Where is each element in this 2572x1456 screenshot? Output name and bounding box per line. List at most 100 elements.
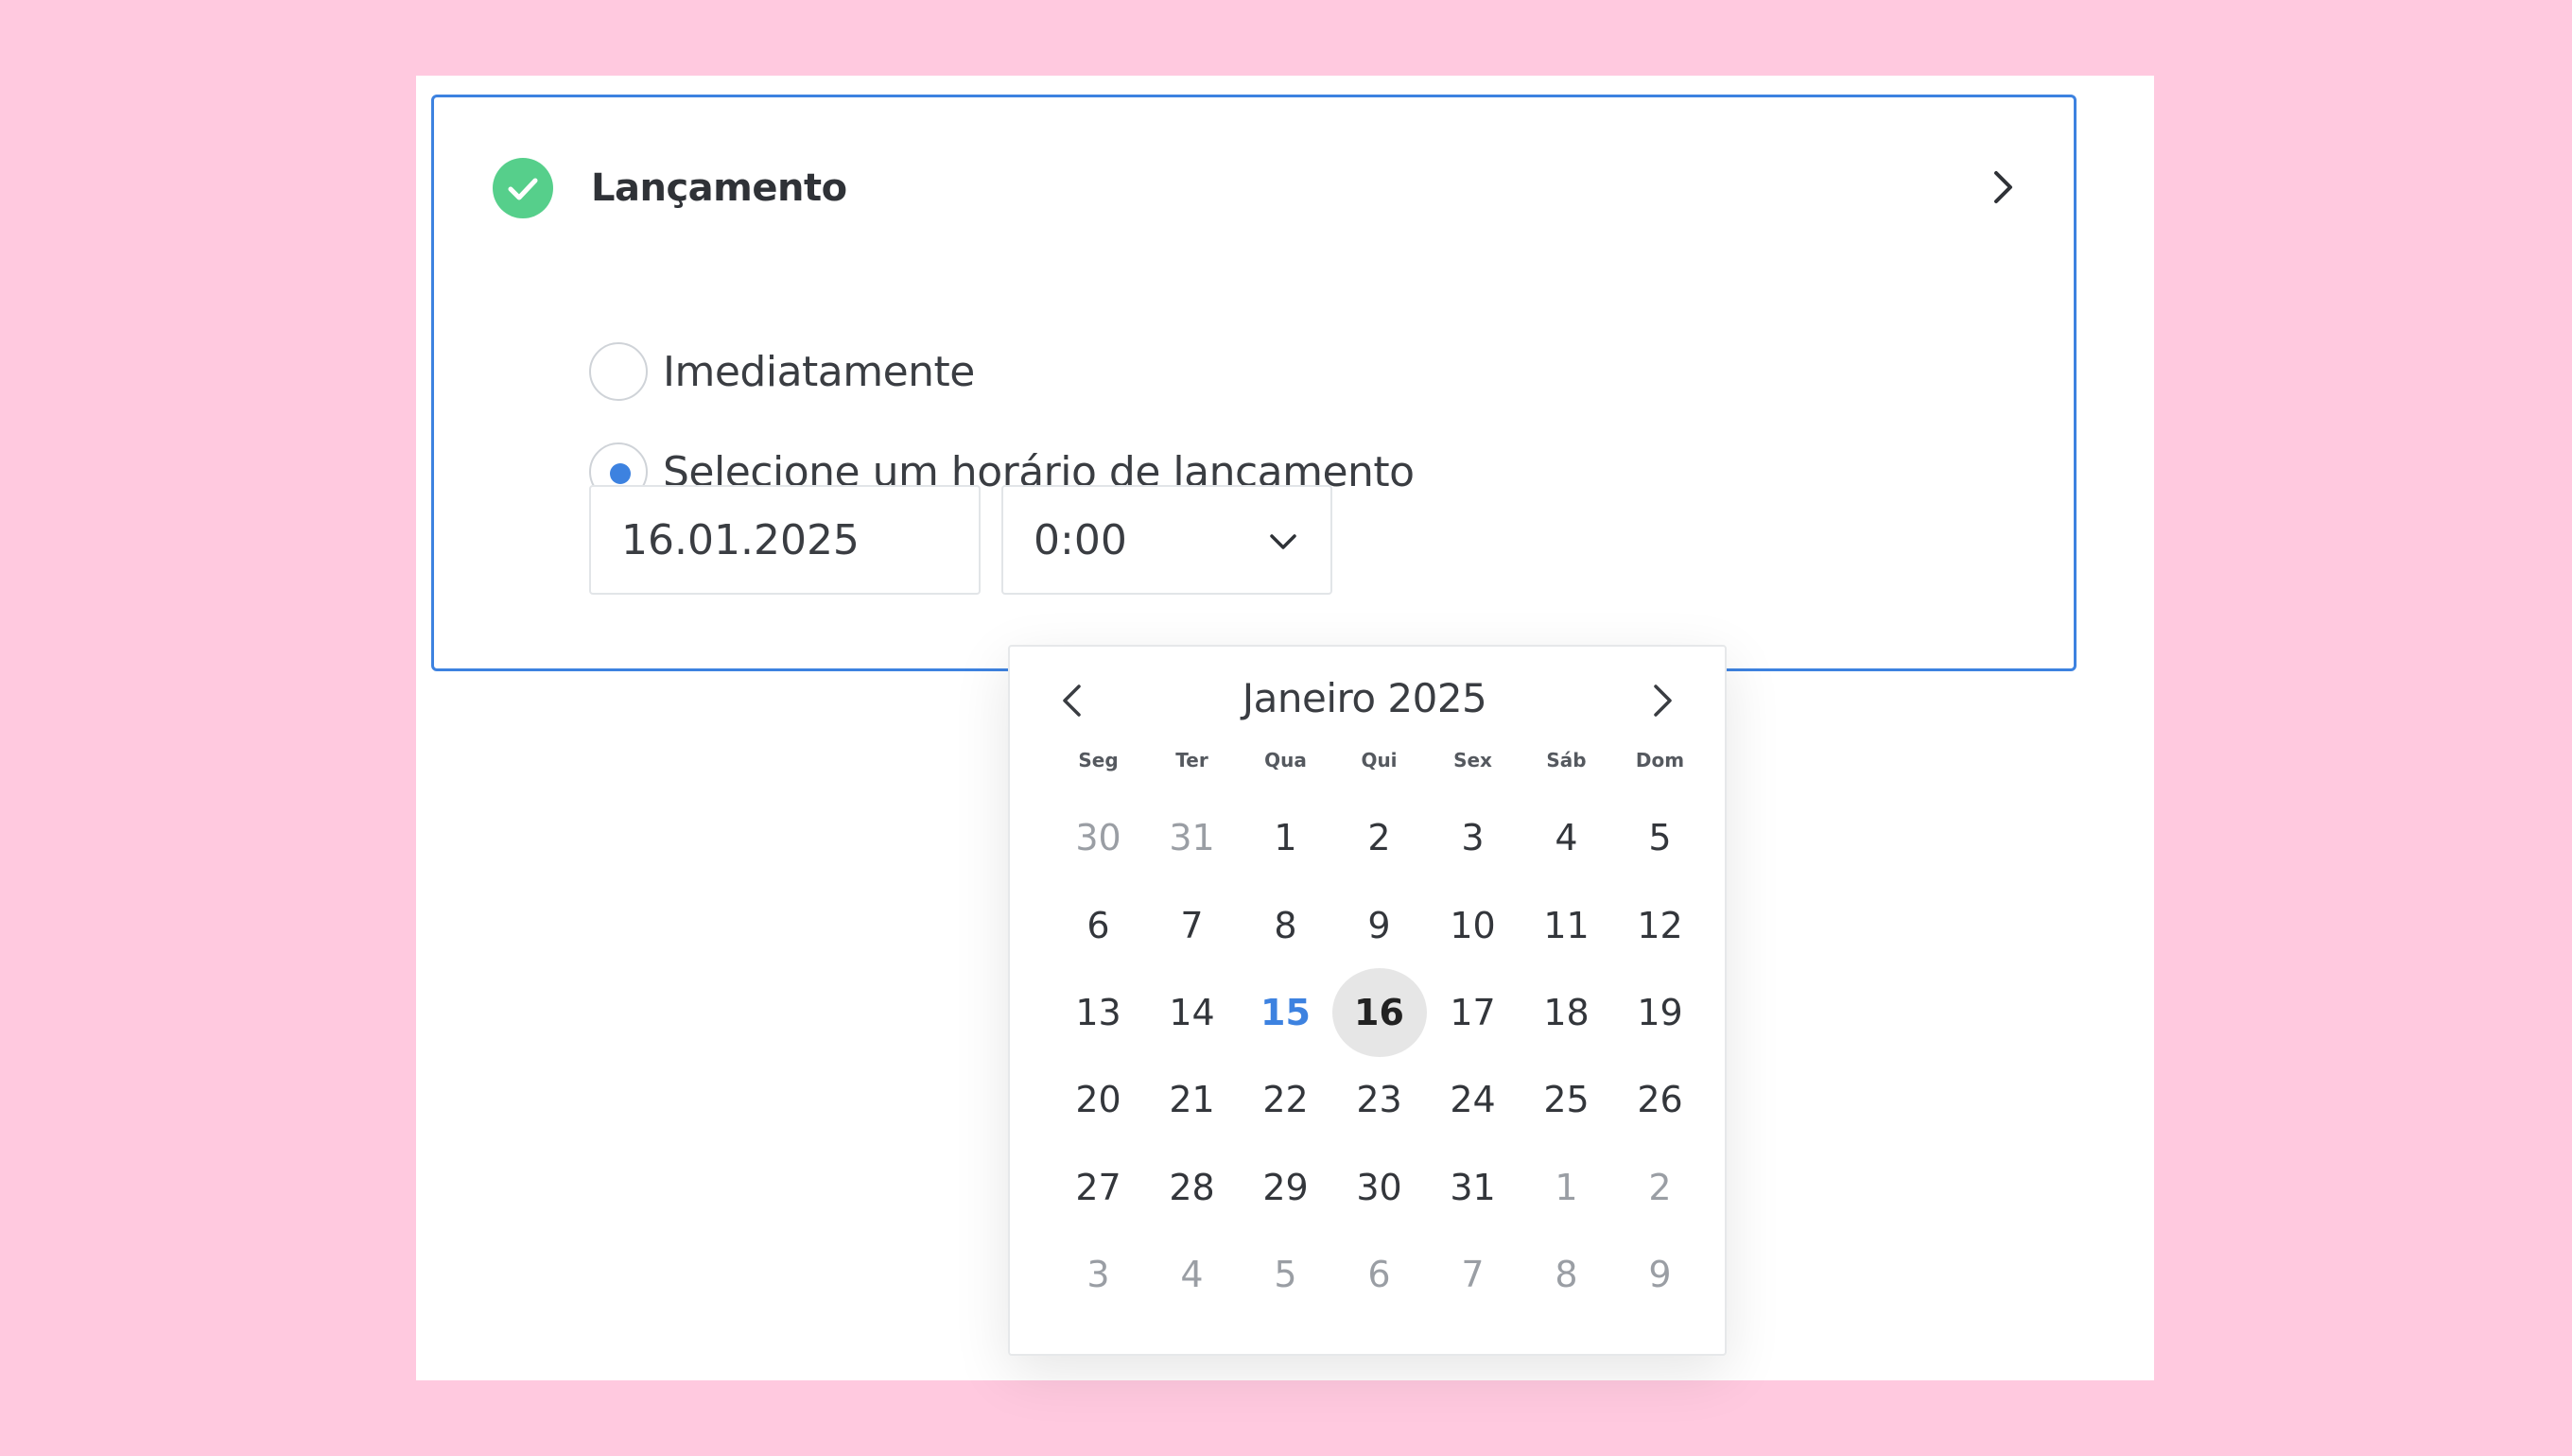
- calendar-day-today[interactable]: 15: [1239, 969, 1332, 1056]
- calendar-day[interactable]: 1: [1520, 1144, 1613, 1231]
- calendar-day-number: 2: [1367, 817, 1391, 859]
- calendar-day[interactable]: 10: [1426, 881, 1520, 968]
- calendar-day-number: 22: [1262, 1079, 1309, 1121]
- date-picker-calendar: Janeiro 2025 Seg Ter Qua Qui Sex Sáb Dom 30 31 1…: [1008, 645, 1727, 1356]
- date-input[interactable]: 16.01.2025: [589, 485, 981, 595]
- weekday-label: Sex: [1453, 749, 1492, 771]
- calendar-day[interactable]: 12: [1613, 881, 1707, 968]
- calendar-day-number: 4: [1555, 817, 1578, 859]
- calendar-day[interactable]: 6: [1051, 881, 1145, 968]
- calendar-day-number: 5: [1648, 817, 1672, 859]
- calendar-day-number: 15: [1260, 991, 1311, 1033]
- calendar-day-number: 24: [1450, 1079, 1496, 1121]
- calendar-day-number: 31: [1450, 1166, 1496, 1208]
- calendar-day[interactable]: 4: [1520, 794, 1613, 881]
- calendar-day[interactable]: 8: [1239, 881, 1332, 968]
- check-circle-icon: [493, 158, 553, 218]
- calendar-day[interactable]: 18: [1520, 969, 1613, 1056]
- calendar-day-number: 2: [1648, 1166, 1672, 1208]
- calendar-day-number: 28: [1169, 1166, 1215, 1208]
- section-title: Lançamento: [591, 166, 847, 210]
- weekday-label: Qua: [1264, 749, 1307, 771]
- calendar-day[interactable]: 7: [1145, 881, 1239, 968]
- date-value: 16.01.2025: [621, 515, 860, 564]
- calendar-day-number: 6: [1086, 904, 1110, 946]
- calendar-day-number: 10: [1450, 904, 1496, 946]
- calendar-day-number: 3: [1086, 1254, 1110, 1296]
- calendar-day[interactable]: 19: [1613, 969, 1707, 1056]
- calendar-day-number: 29: [1262, 1166, 1309, 1208]
- calendar-day[interactable]: 9: [1332, 881, 1426, 968]
- calendar-day-number: 8: [1274, 904, 1297, 946]
- calendar-day[interactable]: 23: [1332, 1056, 1426, 1143]
- calendar-day[interactable]: 3: [1051, 1231, 1145, 1318]
- calendar-day[interactable]: 31: [1426, 1144, 1520, 1231]
- calendar-day[interactable]: 14: [1145, 969, 1239, 1056]
- calendar-day[interactable]: 24: [1426, 1056, 1520, 1143]
- calendar-day-number: 13: [1075, 991, 1121, 1033]
- calendar-day-number: 26: [1637, 1079, 1683, 1121]
- calendar-day[interactable]: 17: [1426, 969, 1520, 1056]
- weekday-row: Seg Ter Qua Qui Sex Sáb Dom: [1051, 749, 1707, 771]
- calendar-day-number: 21: [1169, 1079, 1215, 1121]
- calendar-day[interactable]: 8: [1520, 1231, 1613, 1318]
- calendar-day[interactable]: 11: [1520, 881, 1613, 968]
- calendar-day-number: 17: [1450, 991, 1496, 1033]
- calendar-day-number: 14: [1169, 991, 1215, 1033]
- calendar-day-number: 25: [1543, 1079, 1590, 1121]
- radio-immediately[interactable]: [589, 342, 648, 401]
- calendar-day-number: 11: [1543, 904, 1590, 946]
- day-grid: 30 31 1 2 3 4 5 6 7 8 9 10 11 12 13 14 15 16 17 18 19 20 21 22 2…: [1051, 794, 1707, 1318]
- calendar-day[interactable]: 3: [1426, 794, 1520, 881]
- calendar-day[interactable]: 2: [1332, 794, 1426, 881]
- launch-section-card: Lançamento Imediatamente Selecione um ho…: [431, 95, 2077, 671]
- calendar-day[interactable]: 5: [1613, 794, 1707, 881]
- calendar-day[interactable]: 1: [1239, 794, 1332, 881]
- chevron-right-icon[interactable]: [1979, 164, 2026, 211]
- calendar-day[interactable]: 21: [1145, 1056, 1239, 1143]
- calendar-day-number: 1: [1274, 817, 1297, 859]
- chevron-down-icon: [1264, 523, 1302, 561]
- calendar-day[interactable]: 7: [1426, 1231, 1520, 1318]
- calendar-day[interactable]: 9: [1613, 1231, 1707, 1318]
- calendar-day-number: 23: [1356, 1079, 1402, 1121]
- option-immediately[interactable]: Imediatamente: [589, 341, 975, 402]
- calendar-day[interactable]: 29: [1239, 1144, 1332, 1231]
- calendar-day-number: 31: [1169, 817, 1215, 859]
- calendar-day[interactable]: 31: [1145, 794, 1239, 881]
- calendar-day-number: 8: [1555, 1254, 1578, 1296]
- calendar-day-number: 1: [1555, 1166, 1578, 1208]
- calendar-day-number: 3: [1461, 817, 1485, 859]
- calendar-day-number: 5: [1274, 1254, 1297, 1296]
- calendar-day-selected[interactable]: 16: [1331, 967, 1427, 1058]
- calendar-day-number: 16: [1354, 991, 1404, 1033]
- weekday-label: Ter: [1175, 749, 1208, 771]
- calendar-day[interactable]: 26: [1613, 1056, 1707, 1143]
- calendar-day[interactable]: 30: [1051, 794, 1145, 881]
- calendar-day[interactable]: 27: [1051, 1144, 1145, 1231]
- calendar-month-title: Janeiro 2025: [1242, 675, 1487, 721]
- weekday-label: Qui: [1361, 749, 1398, 771]
- next-month-icon[interactable]: [1640, 679, 1683, 722]
- calendar-day-number: 12: [1637, 904, 1683, 946]
- calendar-day-number: 6: [1367, 1254, 1391, 1296]
- weekday-label: Seg: [1078, 749, 1119, 771]
- calendar-day[interactable]: 22: [1239, 1056, 1332, 1143]
- calendar-day[interactable]: 20: [1051, 1056, 1145, 1143]
- calendar-day-number: 7: [1180, 904, 1204, 946]
- calendar-day[interactable]: 2: [1613, 1144, 1707, 1231]
- calendar-day[interactable]: 25: [1520, 1056, 1613, 1143]
- calendar-day[interactable]: 6: [1332, 1231, 1426, 1318]
- calendar-day[interactable]: 4: [1145, 1231, 1239, 1318]
- time-select[interactable]: 0:00: [1001, 485, 1332, 595]
- time-value: 0:00: [1034, 515, 1127, 564]
- calendar-day-number: 7: [1461, 1254, 1485, 1296]
- calendar-day-number: 18: [1543, 991, 1590, 1033]
- calendar-day[interactable]: 5: [1239, 1231, 1332, 1318]
- calendar-day[interactable]: 28: [1145, 1144, 1239, 1231]
- calendar-day-number: 30: [1075, 817, 1121, 859]
- calendar-day[interactable]: 30: [1332, 1144, 1426, 1231]
- calendar-day-number: 4: [1180, 1254, 1204, 1296]
- calendar-day-number: 20: [1075, 1079, 1121, 1121]
- calendar-day[interactable]: 13: [1051, 969, 1145, 1056]
